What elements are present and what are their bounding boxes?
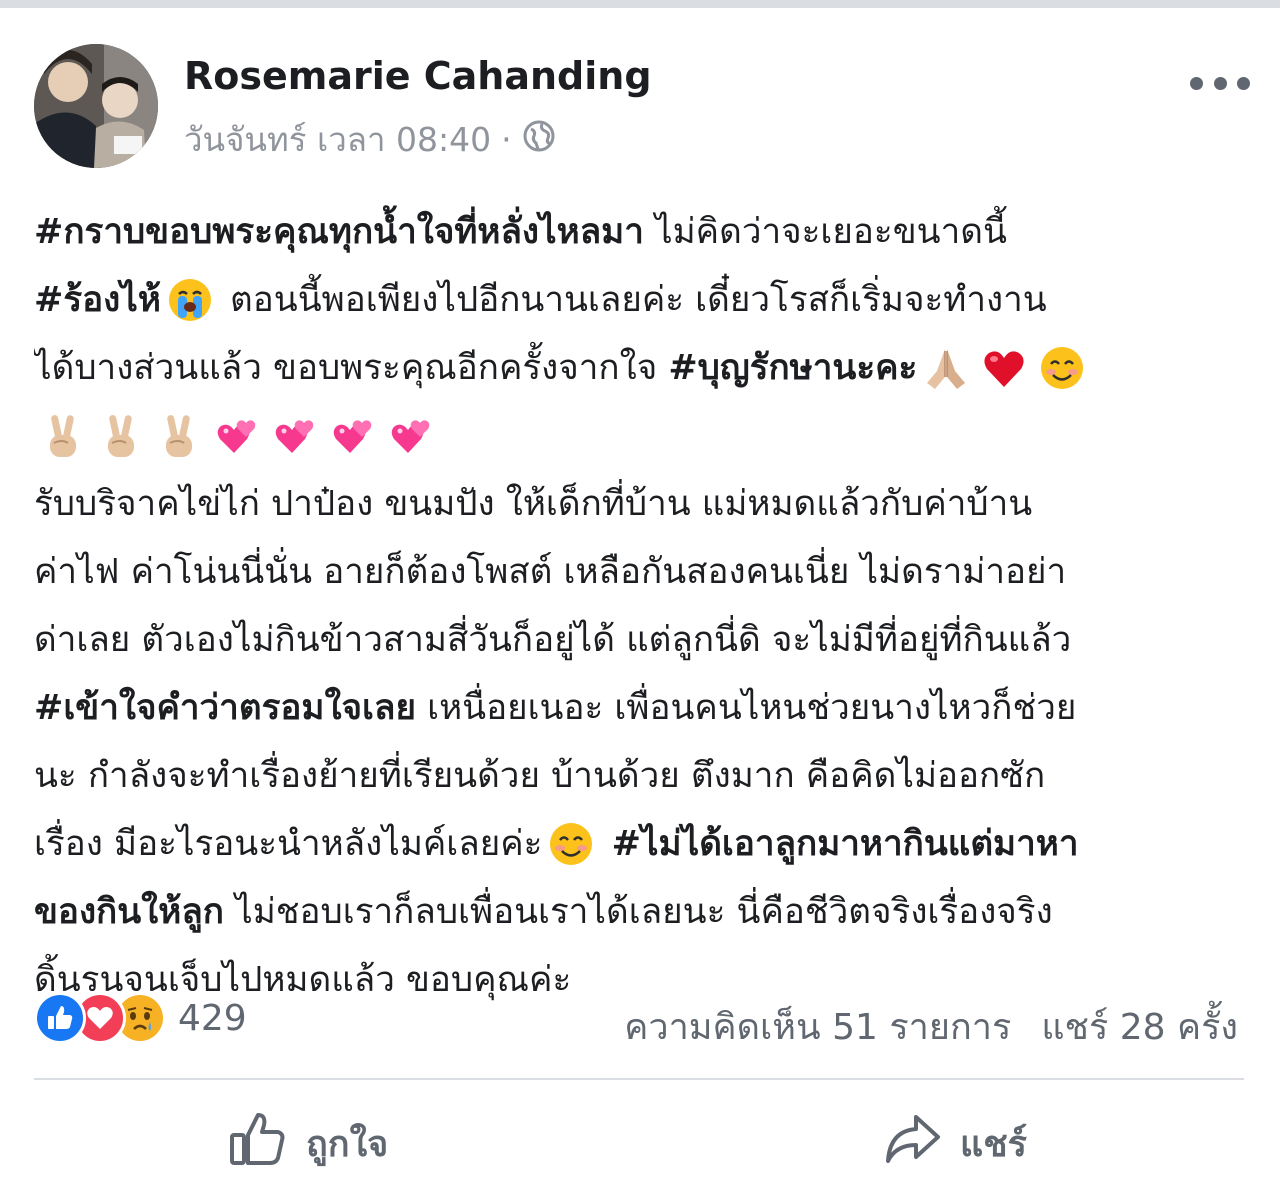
two-hearts-emoji — [214, 413, 260, 459]
post-meta: วันจันทร์ เวลา 08:40 · — [184, 113, 556, 166]
post-text-segment: รับบริจาคไข่ไก่ ปาป๋อง ขนมปัง ให้เด็กที่… — [34, 484, 1033, 524]
hashtag[interactable]: #กราบขอบพระคุณทุกน้ำใจที่หลั่งไหลมา — [34, 198, 644, 266]
more-dot — [1237, 76, 1250, 90]
more-dot — [1190, 76, 1203, 90]
post-text-segment: นะ กำลังจะทำเรื่องย้ายที่เรียนด้วย บ้านด… — [34, 756, 1046, 796]
post-text-line: #เข้าใจคำว่าตรอมใจเลย เหนื่อยเนอะ เพื่อน… — [34, 674, 1249, 742]
post-text-segment: เรื่อง มีอะไรอนะนำหลังไมค์เลยค่ะ — [34, 824, 543, 864]
post-text-segment: ด่าเลย ตัวเองไม่กินข้าวสามสี่วันก็อยู่ได… — [34, 620, 1072, 660]
post-text-line: รับบริจาคไข่ไก่ ปาป๋อง ขนมปัง ให้เด็กที่… — [34, 470, 1249, 538]
smiling-face-emoji — [1039, 345, 1085, 391]
post-text-segment: ได้บางส่วนแล้ว ขอบพระคุณอีกครั้งจากใจ — [34, 348, 669, 388]
crying-face-emoji — [167, 277, 213, 323]
thumbs-up-icon — [228, 1109, 306, 1178]
hashtag[interactable]: #ร้องไห้ — [34, 266, 161, 334]
post-text-line: ค่าไฟ ค่าโน่นนี่นั่น อายก็ต้องโพสต์ เหลื… — [34, 538, 1249, 606]
post-text-line: ด่าเลย ตัวเองไม่กินข้าวสามสี่วันก็อยู่ได… — [34, 606, 1249, 674]
more-dot — [1213, 76, 1227, 90]
post-text-line: #กราบขอบพระคุณทุกน้ำใจที่หลั่งไหลมา ไม่ค… — [34, 198, 1249, 266]
like-button[interactable]: ถูกใจ — [228, 1108, 388, 1178]
share-arrow-icon — [882, 1109, 960, 1178]
post-text-segment: ไม่ชอบเราก็ลบเพื่อนเราได้เลยนะ นี่คือชีว… — [223, 892, 1053, 932]
globe-icon — [522, 119, 556, 161]
engagement-stats: ความคิดเห็น 51 รายการ แชร์ 28 ครั้ง — [624, 998, 1238, 1055]
hashtag[interactable]: ของกินให้ลูก — [34, 878, 224, 946]
hashtag[interactable]: #บุญรักษานะคะ — [668, 334, 917, 402]
more-options-button[interactable] — [1190, 68, 1250, 98]
like-label: ถูกใจ — [306, 1123, 389, 1165]
post-timestamp[interactable]: วันจันทร์ เวลา 08:40 — [184, 113, 491, 166]
post-text-line — [34, 402, 1249, 470]
two-hearts-emoji — [388, 413, 434, 459]
post-text-line: ของกินให้ลูก ไม่ชอบเราก็ลบเพื่อนเราได้เล… — [34, 878, 1249, 946]
divider — [34, 1078, 1244, 1080]
post-text-line: เรื่อง มีอะไรอนะนำหลังไมค์เลยค่ะ #ไม่ได้… — [34, 810, 1249, 878]
hashtag[interactable]: #เข้าใจคำว่าตรอมใจเลย — [34, 674, 416, 742]
comments-count[interactable]: ความคิดเห็น 51 รายการ — [624, 998, 1011, 1055]
top-bar — [0, 0, 1280, 8]
author-name[interactable]: Rosemarie Cahanding — [184, 54, 652, 98]
post-text: #กราบขอบพระคุณทุกน้ำใจที่หลั่งไหลมา ไม่ค… — [34, 198, 1249, 1014]
share-label: แชร์ — [960, 1123, 1027, 1165]
post-text-segment: ไม่คิดว่าจะเยอะขนาดนี้ — [643, 212, 1007, 252]
two-hearts-emoji — [330, 413, 376, 459]
avatar[interactable] — [34, 44, 158, 168]
meta-separator: · — [501, 120, 512, 159]
red-heart-emoji — [981, 345, 1027, 391]
share-button[interactable]: แชร์ — [882, 1108, 1027, 1178]
post-text-line: นะ กำลังจะทำเรื่องย้ายที่เรียนด้วย บ้านด… — [34, 742, 1249, 810]
post-text-segment: ตอนนี้พอเพียงไปอีกนานเลยค่ะ เดี๋ยวโรสก็เ… — [218, 280, 1047, 320]
victory-hand-emoji — [98, 413, 144, 459]
post-card: Rosemarie Cahanding วันจันทร์ เวลา 08:40… — [0, 8, 1280, 1195]
victory-hand-emoji — [40, 413, 86, 459]
like-icon — [34, 992, 86, 1044]
folded-hands-emoji — [923, 345, 969, 391]
two-hearts-emoji — [272, 413, 318, 459]
victory-hand-emoji — [156, 413, 202, 459]
post-text-line: ได้บางส่วนแล้ว ขอบพระคุณอีกครั้งจากใจ #บ… — [34, 334, 1249, 402]
post-text-line: #ร้องไห้ ตอนนี้พอเพียงไปอีกนานเลยค่ะ เดี… — [34, 266, 1249, 334]
shares-count[interactable]: แชร์ 28 ครั้ง — [1041, 998, 1238, 1055]
hashtag[interactable]: #ไม่ได้เอาลูกมาหากินแต่มาหา — [612, 810, 1079, 878]
post-text-segment — [600, 810, 611, 878]
post-text-segment: ค่าไฟ ค่าโน่นนี่นั่น อายก็ต้องโพสต์ เหลื… — [34, 552, 1067, 592]
post-text-segment: เหนื่อยเนอะ เพื่อนคนไหนช่วยนางไหวก็ช่วย — [415, 688, 1077, 728]
reactions-summary[interactable]: 429 — [34, 988, 247, 1048]
reaction-count: 429 — [178, 997, 247, 1039]
smiling-face-emoji — [548, 821, 594, 867]
